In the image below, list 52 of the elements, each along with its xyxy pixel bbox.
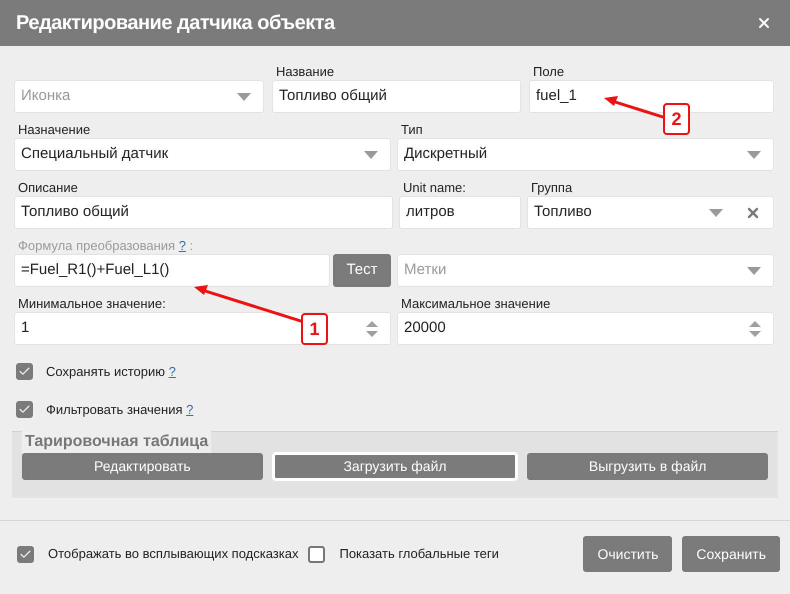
checkbox-label: Отображать во всплывающих подсказках [48,545,298,564]
dropdown-field[interactable]: Дискретный [397,138,774,171]
checkbox[interactable] [308,546,326,562]
checkbox[interactable] [16,400,33,418]
input-field[interactable]: литров [399,196,521,229]
close-icon[interactable] [756,15,772,31]
field-label: Тип [400,123,424,136]
input-field[interactable]: fuel_1 [529,80,774,113]
calibration-button[interactable]: Загрузить файл [272,452,518,480]
callout-badge: 1 [301,313,328,345]
number-field[interactable]: 20000 [397,312,774,345]
checkbox-label: Сохранять историю ? [46,363,176,381]
calibration-button[interactable]: Редактировать [22,452,263,480]
field-label: Назначение [17,123,92,136]
field-label: Минимальное значение: [17,297,167,310]
check-icon [19,548,32,560]
field-label: Группа [530,181,574,194]
checkbox[interactable] [16,363,33,380]
check-icon [18,402,31,416]
test-button[interactable]: Тест [333,254,391,287]
help-link[interactable]: ? [168,364,176,379]
field-label: Максимальное значение [400,297,552,310]
section-legend: Тарировочная таблица [22,431,212,453]
help-link[interactable]: ? [178,238,186,253]
input-field[interactable]: Топливо общий [14,196,393,229]
checkbox-label: Показать глобальные теги [339,545,499,564]
formula-field[interactable]: =Fuel_R1()+Fuel_L1() [14,254,330,287]
calibration-button[interactable]: Выгрузить в файл [527,452,768,480]
field-label: Формула преобразования ? : [17,239,194,252]
dropdown-field[interactable]: Иконка [14,80,264,113]
dropdown-field[interactable]: Топливо [527,196,774,229]
field-label: Unit name: [402,181,467,194]
help-link[interactable]: ? [186,402,194,416]
spinner-icon[interactable] [749,320,761,338]
callout-badge: 2 [663,103,690,135]
dropdown-caret-icon [237,92,251,100]
field-label: Описание [17,181,79,194]
dropdown-caret-icon [747,150,761,158]
dropdown-field[interactable]: Специальный датчик [14,138,391,171]
dropdown-caret-icon [364,150,378,158]
footer-button[interactable]: Очистить [583,536,672,572]
window-title: Редактирование датчика объекта [16,11,335,36]
checkbox-label: Фильтровать значения ? [46,400,194,419]
dropdown-caret-icon [709,208,723,216]
checkbox[interactable] [17,546,34,562]
field-label: Поле [532,65,566,78]
spinner-icon[interactable] [366,320,378,338]
dropdown-field[interactable]: Метки [397,254,774,287]
input-field[interactable]: Топливо общий [272,80,521,113]
dropdown-caret-icon [747,266,761,274]
field-label: Название [275,65,336,78]
footer-button[interactable]: Сохранить [682,536,780,572]
